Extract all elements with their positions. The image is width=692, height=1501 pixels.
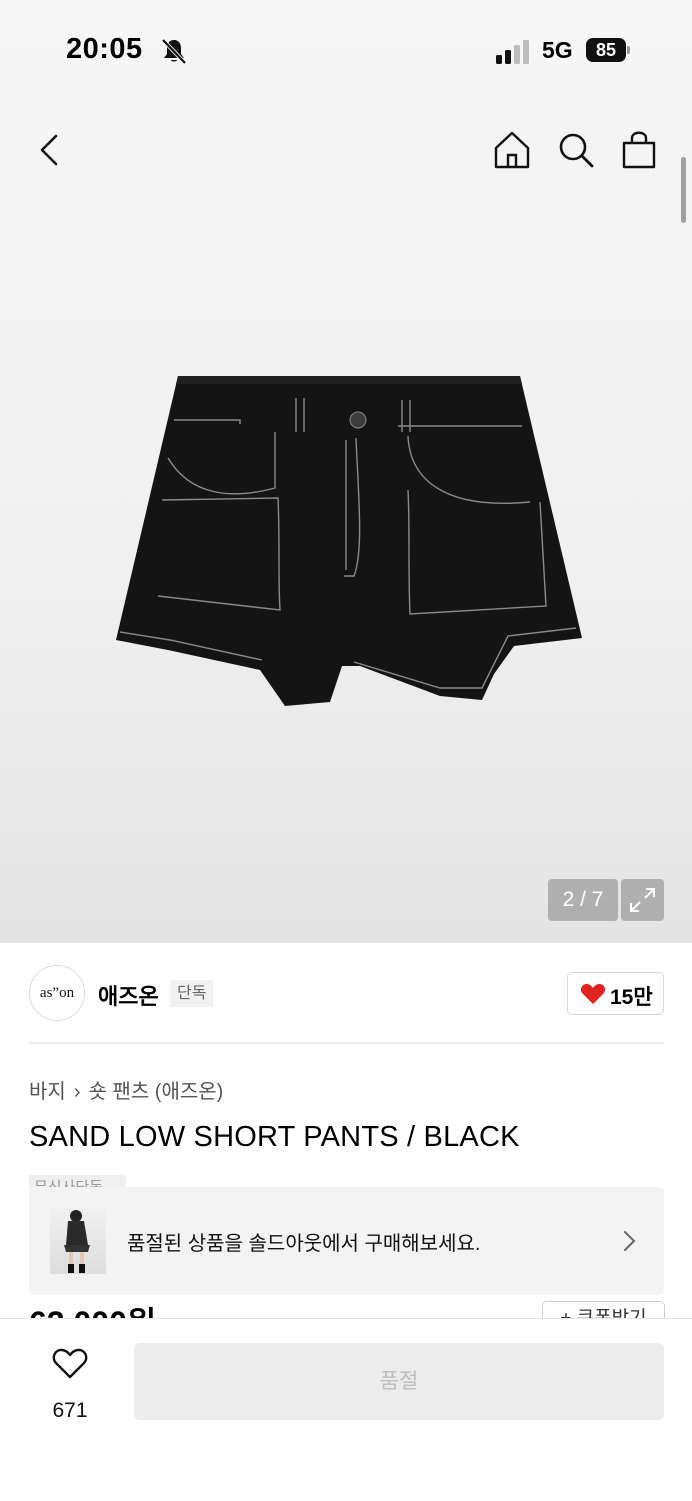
image-pager: 2 / 7 (548, 879, 618, 921)
bottom-action-bar: 671 품절 (0, 1318, 692, 1501)
soldout-banner-text: 품절된 상품을 솔드아웃에서 구매해보세요. (127, 1233, 481, 1255)
soldout-thumbnail (50, 1207, 106, 1274)
chevron-right-icon: › (73, 1081, 81, 1103)
brand-like-count: 15만 (610, 986, 653, 1009)
soldout-banner[interactable]: 품절된 상품을 솔드아웃에서 구매해보세요. (29, 1187, 664, 1295)
chevron-right-icon (624, 1231, 636, 1251)
back-arrow-icon[interactable] (30, 128, 70, 172)
brand-like-button[interactable]: 15만 (567, 972, 664, 1015)
battery-level: 85 (586, 38, 626, 62)
battery-icon: 85 (586, 38, 630, 62)
breadcrumb-category[interactable]: 바지 (29, 1081, 66, 1103)
shopping-bag-icon[interactable] (619, 128, 659, 172)
expand-icon[interactable] (621, 879, 664, 921)
product-image (116, 376, 582, 706)
scrollbar[interactable] (681, 157, 686, 223)
wish-count: 671 (52, 1399, 88, 1422)
status-bar: 20:05 5G 85 (0, 0, 692, 100)
product-price: 62,000원 (29, 1302, 156, 1318)
network-type: 5G (542, 37, 573, 63)
heart-filled-icon (580, 983, 606, 1004)
home-icon[interactable] (492, 128, 532, 172)
breadcrumb-subcategory[interactable]: 숏 팬츠 (애즈온) (88, 1081, 223, 1103)
bell-muted-icon (161, 38, 187, 65)
signal-icon (496, 40, 529, 64)
brand-logo[interactable]: as”on (29, 965, 85, 1021)
section-divider (29, 1042, 664, 1044)
soldout-buy-button[interactable]: 품절 (134, 1343, 664, 1420)
search-icon[interactable] (556, 128, 596, 172)
heart-outline-icon (52, 1348, 88, 1379)
wish-button[interactable]: 671 (40, 1343, 100, 1423)
status-time: 20:05 (66, 33, 143, 65)
exclusive-badge: 단독 (170, 980, 214, 1007)
breadcrumb: 바지 › 숏 팬츠 (애즈온) (29, 1075, 223, 1104)
brand-name[interactable]: 애즈온 (98, 979, 159, 1011)
product-title: SAND LOW SHORT PANTS / BLACK (29, 1121, 520, 1153)
coupon-button[interactable]: + 쿠폰받기 (542, 1301, 665, 1319)
